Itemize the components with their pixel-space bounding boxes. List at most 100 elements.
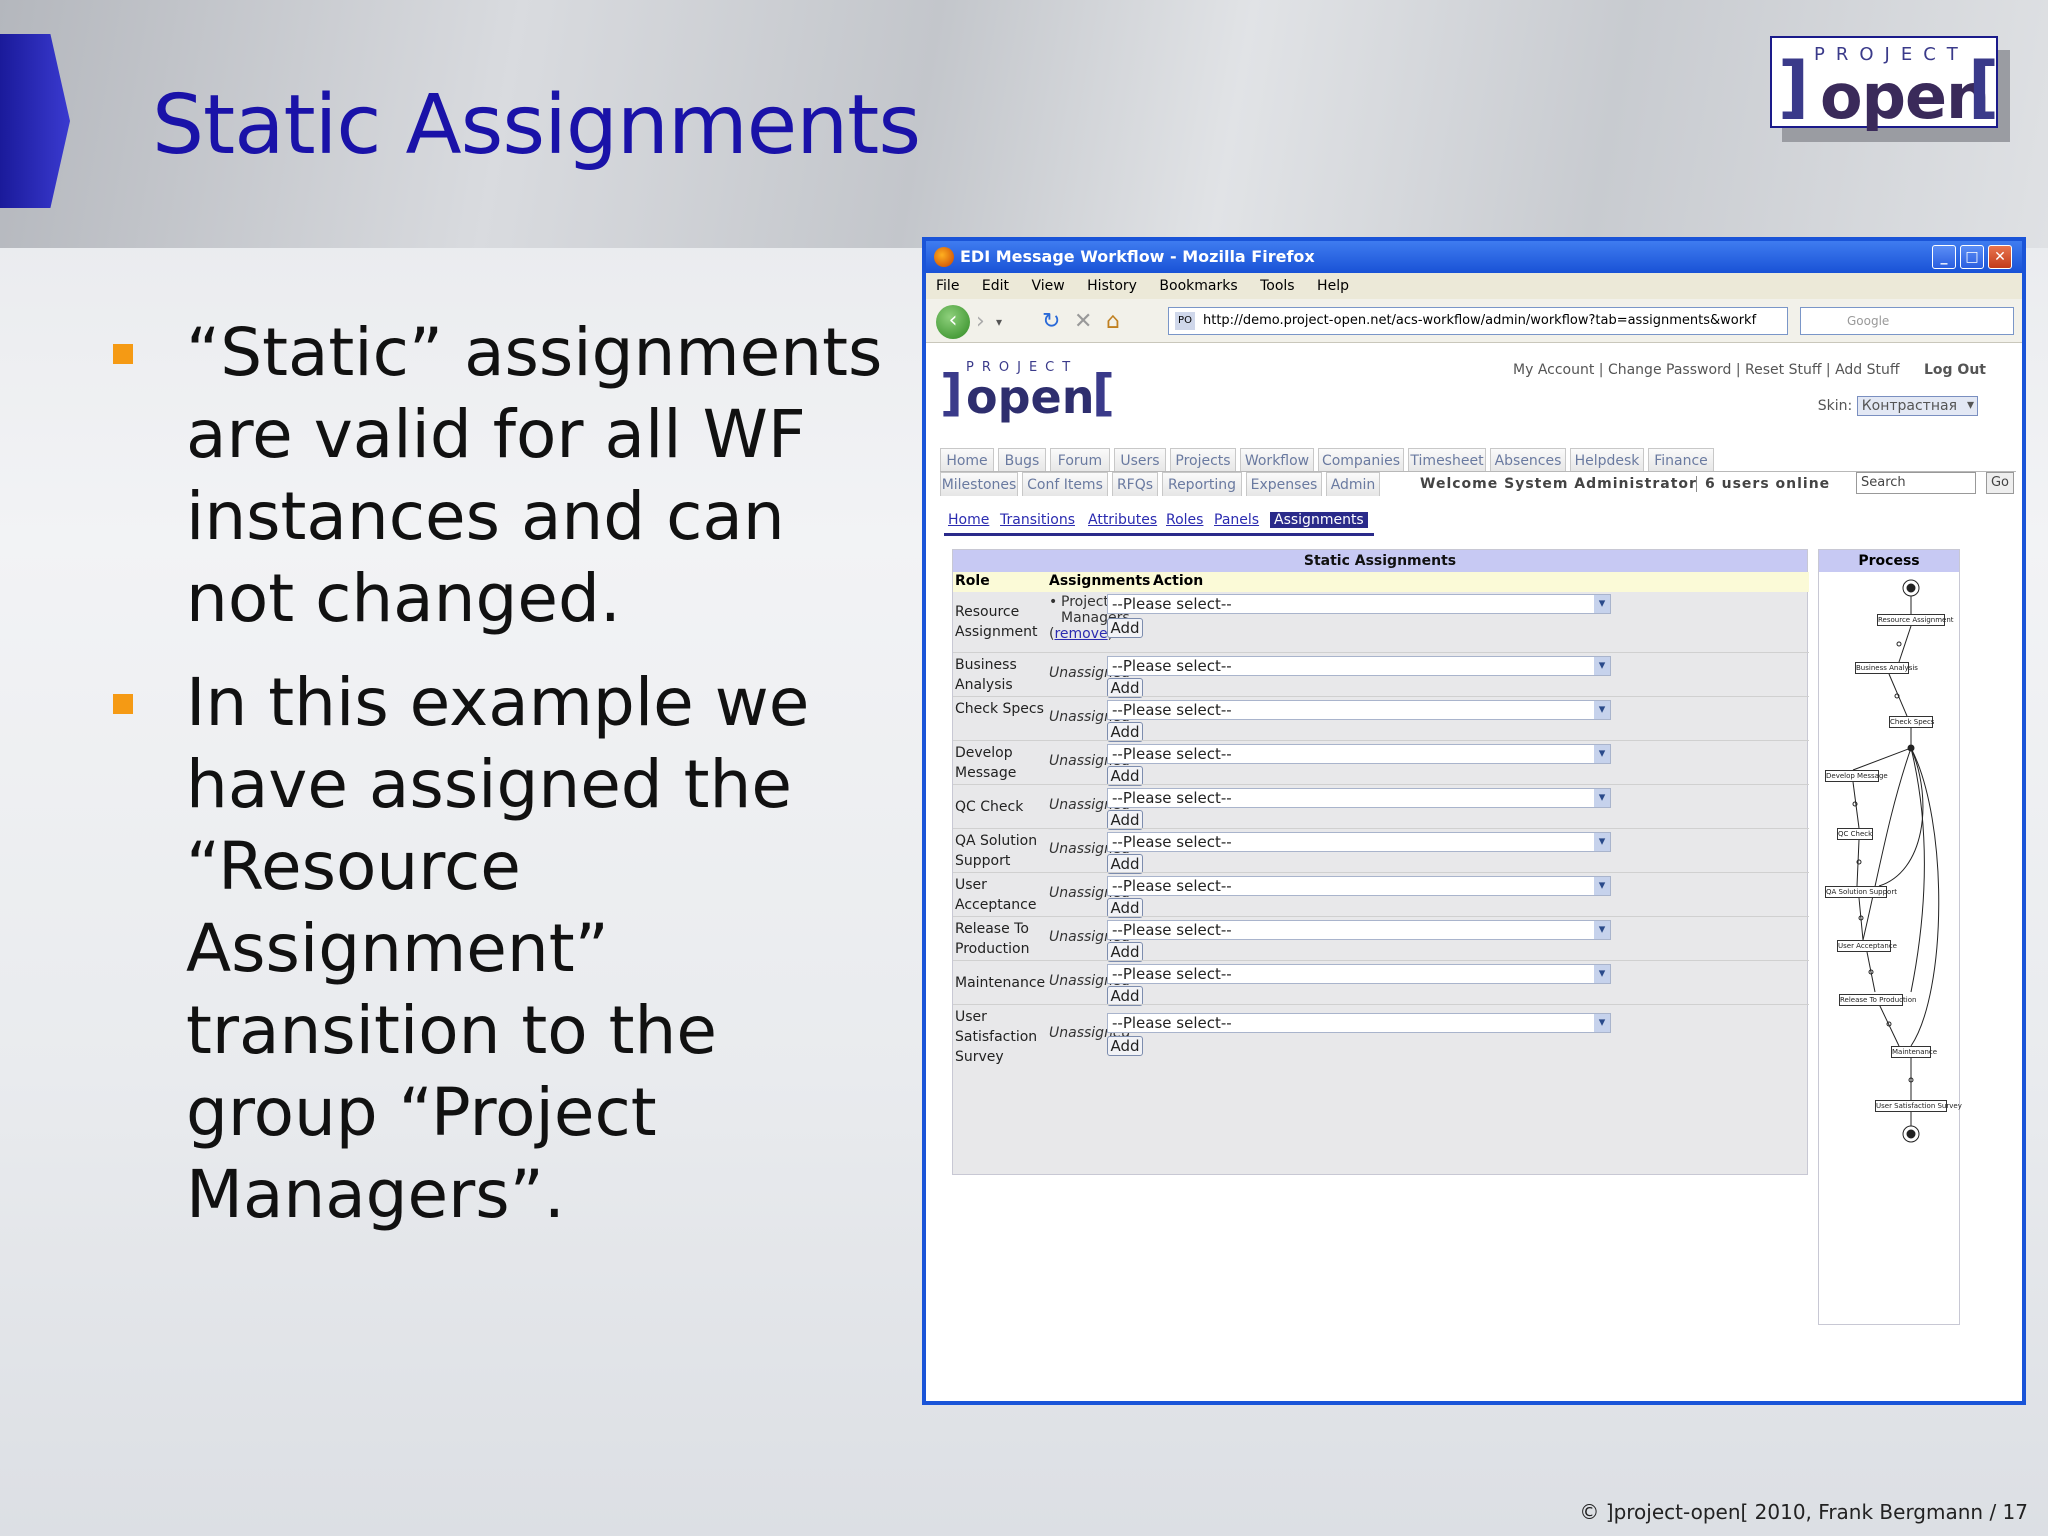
process-node: Develop Message [1825, 770, 1888, 782]
slide-footer: © ]project-open[ 2010, Frank Bergmann / … [1579, 1500, 2028, 1524]
add-button[interactable]: Add [1107, 986, 1143, 1006]
subtab-transitions[interactable]: Transitions [1000, 512, 1075, 528]
minimize-button[interactable]: _ [1932, 245, 1956, 269]
account-links-text[interactable]: My Account | Change Password | Reset Stu… [1513, 362, 1900, 378]
group-select[interactable]: --Please select-- [1107, 964, 1611, 984]
menu-edit[interactable]: Edit [982, 278, 1009, 294]
menu-history[interactable]: History [1087, 278, 1137, 294]
tab-forum[interactable]: Forum [1050, 448, 1110, 472]
process-node: QC Check [1837, 828, 1873, 840]
group-select[interactable]: --Please select-- [1107, 656, 1611, 676]
subtab-panels[interactable]: Panels [1214, 512, 1259, 528]
bullet-list: “Static” assignments are valid for all W… [110, 312, 910, 1258]
menu-bookmarks[interactable]: Bookmarks [1159, 278, 1237, 294]
tab-expenses[interactable]: Expenses [1246, 472, 1322, 496]
menu-tools[interactable]: Tools [1260, 278, 1295, 294]
table-row: User Satisfaction Survey Unassigned --Pl… [953, 1004, 1809, 1066]
process-node: Resource Assignment [1877, 614, 1954, 626]
add-button[interactable]: Add [1107, 854, 1143, 874]
column-assignments: Assignments [1049, 573, 1151, 589]
tab-timesheet[interactable]: Timesheet [1408, 448, 1486, 472]
url-bar[interactable]: PO http://demo.project-open.net/acs-work… [1168, 307, 1788, 335]
tab-absences[interactable]: Absences [1490, 448, 1566, 472]
tab-reporting[interactable]: Reporting [1162, 472, 1242, 496]
table-row: Check Specs Unassigned --Please select--… [953, 696, 1809, 742]
maximize-button[interactable]: □ [1960, 245, 1984, 269]
add-button[interactable]: Add [1107, 1036, 1143, 1056]
history-dropdown-icon[interactable]: ▾ [996, 315, 1002, 329]
add-button[interactable]: Add [1107, 942, 1143, 962]
process-node: Release To Production [1839, 994, 1917, 1006]
tab-users[interactable]: Users [1114, 448, 1166, 472]
role-name: Resource Assignment [955, 604, 1038, 640]
account-links: My Account | Change Password | Reset Stu… [1513, 362, 1986, 378]
add-button[interactable]: Add [1107, 810, 1143, 830]
menu-bar: File Edit View History Bookmarks Tools H… [926, 273, 2022, 299]
tab-companies[interactable]: Companies [1318, 448, 1404, 472]
skin-selector: Skin: Контрастная [1818, 396, 1978, 416]
subtab-home[interactable]: Home [948, 512, 989, 528]
process-node: Check Specs [1889, 716, 1935, 728]
add-button[interactable]: Add [1107, 722, 1143, 742]
group-select[interactable]: --Please select-- [1107, 832, 1611, 852]
group-select[interactable]: --Please select-- [1107, 788, 1611, 808]
menu-help[interactable]: Help [1317, 278, 1349, 294]
table-row: QA Solution Support Unassigned --Please … [953, 828, 1809, 874]
tab-projects[interactable]: Projects [1170, 448, 1236, 472]
users-online-count: 6 users online [1696, 476, 1830, 492]
go-button[interactable]: Go [1986, 472, 2014, 494]
site-search-input[interactable]: Search [1856, 472, 1976, 494]
tab-rfqs[interactable]: RFQs [1112, 472, 1158, 496]
add-button[interactable]: Add [1107, 618, 1143, 638]
tab-bugs[interactable]: Bugs [998, 448, 1046, 472]
table-header: Role Assignments Action [953, 572, 1809, 592]
browser-window: EDI Message Workflow - Mozilla Firefox _… [922, 237, 2026, 1405]
role-name: Business Analysis [955, 657, 1017, 693]
reload-icon[interactable]: ↻ [1042, 309, 1060, 334]
window-title: EDI Message Workflow - Mozilla Firefox [960, 247, 1315, 266]
role-name: Check Specs [955, 701, 1044, 717]
tab-workflow[interactable]: Workflow [1240, 448, 1314, 472]
logout-link[interactable]: Log Out [1924, 362, 1986, 378]
tab-admin[interactable]: Admin [1326, 472, 1380, 496]
add-button[interactable]: Add [1107, 898, 1143, 918]
page-content: ] PROJECT open [ My Account | Change Pas… [926, 344, 2022, 1401]
menu-file[interactable]: File [936, 278, 959, 294]
role-name: User Acceptance [955, 877, 1037, 913]
process-node: User Satisfaction Survey [1875, 1100, 1962, 1112]
subtab-attributes[interactable]: Attributes [1088, 512, 1157, 528]
home-icon[interactable]: ⌂ [1106, 309, 1120, 334]
search-engine-box[interactable]: Google [1800, 307, 2014, 335]
tab-home[interactable]: Home [940, 448, 994, 472]
forward-icon[interactable]: › [976, 309, 985, 334]
back-icon[interactable]: ‹ [936, 305, 970, 339]
group-select[interactable]: --Please select-- [1107, 700, 1611, 720]
table-row: QC Check Unassigned --Please select-- Ad… [953, 784, 1809, 830]
add-button[interactable]: Add [1107, 766, 1143, 786]
stop-icon[interactable]: ✕ [1074, 309, 1092, 334]
process-node: Business Analysis [1855, 662, 1918, 674]
remove-link[interactable]: remove [1054, 626, 1107, 642]
bullet-dot: • [1049, 594, 1058, 610]
close-button[interactable]: ✕ [1988, 245, 2012, 269]
group-select[interactable]: --Please select-- [1107, 1013, 1611, 1033]
tab-finance[interactable]: Finance [1648, 448, 1714, 472]
group-select[interactable]: --Please select-- [1107, 744, 1611, 764]
group-select[interactable]: --Please select-- [1107, 876, 1611, 896]
subtab-roles[interactable]: Roles [1166, 512, 1203, 528]
role-name: Maintenance [955, 975, 1046, 991]
project-open-app-logo: ] PROJECT open [ [940, 360, 1115, 424]
group-select[interactable]: --Please select-- [1107, 920, 1611, 940]
tab-helpdesk[interactable]: Helpdesk [1570, 448, 1644, 472]
group-select[interactable]: --Please select-- [1107, 594, 1611, 614]
skin-select[interactable]: Контрастная [1856, 396, 1978, 416]
table-row: Release To Production Unassigned --Pleas… [953, 916, 1809, 962]
process-node: QA Solution Support [1825, 886, 1897, 898]
tab-conf-items[interactable]: Conf Items [1022, 472, 1108, 496]
add-button[interactable]: Add [1107, 678, 1143, 698]
subtab-assignments[interactable]: Assignments [1270, 512, 1368, 528]
role-name: User Satisfaction Survey [955, 1009, 1038, 1065]
menu-view[interactable]: View [1031, 278, 1064, 294]
site-favicon-icon: PO [1175, 312, 1195, 330]
tab-milestones[interactable]: Milestones [940, 472, 1018, 496]
